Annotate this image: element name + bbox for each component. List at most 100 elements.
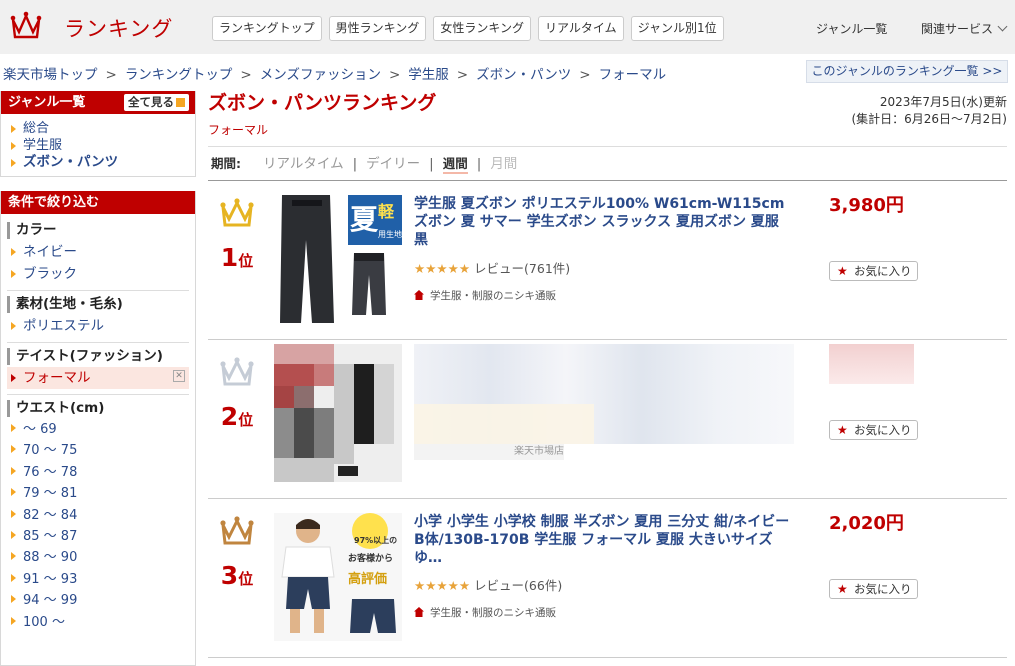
thumb-text-summer: 夏 [350, 203, 379, 236]
genre-box-header: ジャンル一覧 全て見る [1, 91, 195, 114]
divider [7, 290, 189, 291]
sidebar: ジャンル一覧 全て見る 総合 学生服 ズボン・パンツ 条件で絞り込む カラー ネ… [0, 91, 196, 666]
genre-item-pants[interactable]: ズボン・パンツ [1, 154, 195, 171]
star-icon: ★ [837, 264, 848, 278]
filter-color-navy[interactable]: ネイビー [1, 241, 195, 263]
filter-box: 条件で絞り込む カラー ネイビー ブラック 素材(生地・毛糸) ポリエステル テ… [0, 191, 196, 666]
period-realtime[interactable]: リアルタイム [263, 156, 344, 172]
chevron-down-icon [997, 21, 1008, 32]
filter-waist-0[interactable]: ～ 69 [1, 419, 195, 440]
breadcrumb-separator: > [388, 67, 401, 83]
filter-waist-4[interactable]: 82 ～ 84 [1, 505, 195, 526]
price-3: 2,020円 [829, 513, 904, 534]
ranking-item-3: 3位 97%以上の お客様から 高評価 小学 小学生 小学校 制服 半ズボン 夏… [208, 499, 1007, 658]
filter-waist-5[interactable]: 85 ～ 87 [1, 526, 195, 547]
remove-filter-icon[interactable]: ✕ [173, 370, 185, 382]
nav-realtime[interactable]: リアルタイム [537, 16, 624, 41]
blurred-shop-text: 楽天市場店 [514, 446, 564, 457]
logo-text[interactable]: ランキング [64, 13, 173, 43]
product-title-1[interactable]: 学生服 夏ズボン ポリエステル100% W61cm-W115cm ズボン 夏 サ… [414, 195, 794, 249]
related-label: 関連サービス [921, 22, 994, 36]
filter-waist-9[interactable]: 100 ～ [1, 612, 195, 633]
rank-number: 3位 [218, 561, 256, 590]
silver-crown-icon [220, 357, 254, 386]
blurred-review-area [414, 404, 594, 444]
product-image-1[interactable]: 夏 軽 用生地 [274, 195, 402, 323]
filter-waist-2[interactable]: 76 ～ 78 [1, 462, 195, 483]
filter-waist-7[interactable]: 91 ～ 93 [1, 569, 195, 590]
related-services-menu[interactable]: 関連サービス [921, 20, 1008, 37]
star-icon: ★ [837, 582, 848, 596]
rank-suffix: 位 [238, 252, 254, 270]
period-daily[interactable]: デイリー [366, 156, 420, 172]
product-image-2-pixelated[interactable] [274, 344, 402, 482]
rating-1[interactable]: ★★★★★ レビュー(761件) [414, 258, 570, 277]
rank-suffix: 位 [238, 570, 254, 588]
genre-list-link[interactable]: ジャンル一覧 [816, 20, 887, 37]
filter-material-polyester[interactable]: ポリエステル [1, 315, 195, 337]
crown-logo-icon[interactable] [10, 11, 42, 41]
filter-waist-title: ウエスト(cm) [7, 400, 195, 417]
ranking-item-2: 2位 楽天市場店 ★ お気に入り [208, 340, 1007, 499]
product-photo-shorts: 97%以上の お客様から 高評価 [274, 513, 402, 641]
filter-waist-8[interactable]: 94 ～ 99 [1, 590, 195, 611]
breadcrumb-separator: > [240, 67, 252, 83]
thumb-text-light: 軽 [378, 202, 395, 221]
filter-waist-3[interactable]: 79 ～ 81 [1, 483, 195, 504]
favorite-button-3[interactable]: ★ お気に入り [829, 579, 918, 599]
favorite-label: お気に入り [854, 582, 912, 596]
page-title: ズボン・パンツランキング [208, 92, 437, 114]
breadcrumb-pants[interactable]: ズボン・パンツ [476, 67, 571, 83]
nav-ranking-top[interactable]: ランキングトップ [212, 16, 322, 41]
breadcrumb-formal[interactable]: フォーマル [599, 67, 667, 83]
genre-item-school-uniform[interactable]: 学生服 [1, 137, 195, 154]
rank-value: 2 [220, 402, 239, 431]
filter-waist-1[interactable]: 70 ～ 75 [1, 440, 195, 461]
rank-suffix: 位 [238, 411, 254, 429]
breadcrumb-separator: > [105, 67, 117, 83]
filter-color-title: カラー [7, 222, 195, 239]
product-image-3[interactable]: 97%以上の お客様から 高評価 [274, 513, 402, 641]
breadcrumb-rakuten-top[interactable]: 楽天市場トップ [3, 67, 98, 83]
show-all-label: 全て見る [128, 95, 174, 109]
favorite-button-2[interactable]: ★ お気に入り [829, 420, 918, 440]
ranking-item-1: 1位 夏 軽 用生地 学生服 夏ズボン ポリエステル100% W61cm-W11… [208, 181, 1007, 340]
shop-home-icon [414, 290, 424, 300]
header: ランキング ランキングトップ 男性ランキング 女性ランキング リアルタイム ジャ… [0, 0, 1015, 54]
filter-box-header: 条件で絞り込む [1, 191, 195, 214]
breadcrumb-ranking-top[interactable]: ランキングトップ [125, 67, 233, 83]
genre-ranking-list-link[interactable]: このジャンルのランキング一覧 >> [806, 60, 1008, 83]
period-separator: | [352, 156, 358, 172]
filter-material-title: 素材(生地・毛糸) [7, 296, 195, 313]
breadcrumb-mens-fashion[interactable]: メンズファッション [260, 67, 381, 83]
product-title-3[interactable]: 小学 小学生 小学校 制服 半ズボン 夏用 三分丈 紺/ネイビー B体/130B… [414, 513, 794, 567]
bronze-crown-icon [220, 516, 254, 545]
nav-female-ranking[interactable]: 女性ランキング [433, 16, 531, 41]
period-separator: | [476, 156, 482, 172]
show-all-button[interactable]: 全て見る [124, 94, 189, 111]
filter-taste-formal-selected[interactable]: フォーマル ✕ [7, 367, 189, 389]
shop-link-3[interactable]: 学生服・制服のニシキ通販 [414, 605, 556, 620]
thumb-text-rating: 97%以上の [354, 535, 397, 545]
breadcrumb-school-uniform[interactable]: 学生服 [408, 67, 449, 83]
favorite-label: お気に入り [854, 264, 912, 278]
update-info: 2023年7月5日(水)更新 (集計日：6月26日～7月2日) [851, 94, 1007, 128]
nav-genre-first[interactable]: ジャンル別1位 [630, 16, 724, 41]
filter-color-black[interactable]: ブラック [1, 263, 195, 285]
breadcrumb: 楽天市場トップ > ランキングトップ > メンズファッション > 学生服 > ズボン・パンツ > フ… [3, 63, 666, 83]
rank-number: 2位 [218, 402, 256, 431]
favorite-label: お気に入り [854, 423, 912, 437]
divider [7, 394, 189, 395]
update-date: 2023年7月5日(水)更新 [879, 95, 1007, 109]
shop-link-1[interactable]: 学生服・制服のニシキ通販 [414, 288, 556, 303]
blurred-shop-area: 楽天市場店 [414, 444, 564, 460]
divider [7, 342, 189, 343]
nav-male-ranking[interactable]: 男性ランキング [328, 16, 427, 41]
rating-3[interactable]: ★★★★★ レビュー(66件) [414, 575, 562, 594]
filter-waist-6[interactable]: 88 ～ 90 [1, 547, 195, 568]
genre-item-all[interactable]: 総合 [1, 120, 195, 137]
period-range: (集計日：6月26日～7月2日) [851, 112, 1007, 126]
filter-taste-formal-label: フォーマル [23, 370, 91, 386]
favorite-button-1[interactable]: ★ お気に入り [829, 261, 918, 281]
rank-value: 3 [220, 561, 239, 590]
